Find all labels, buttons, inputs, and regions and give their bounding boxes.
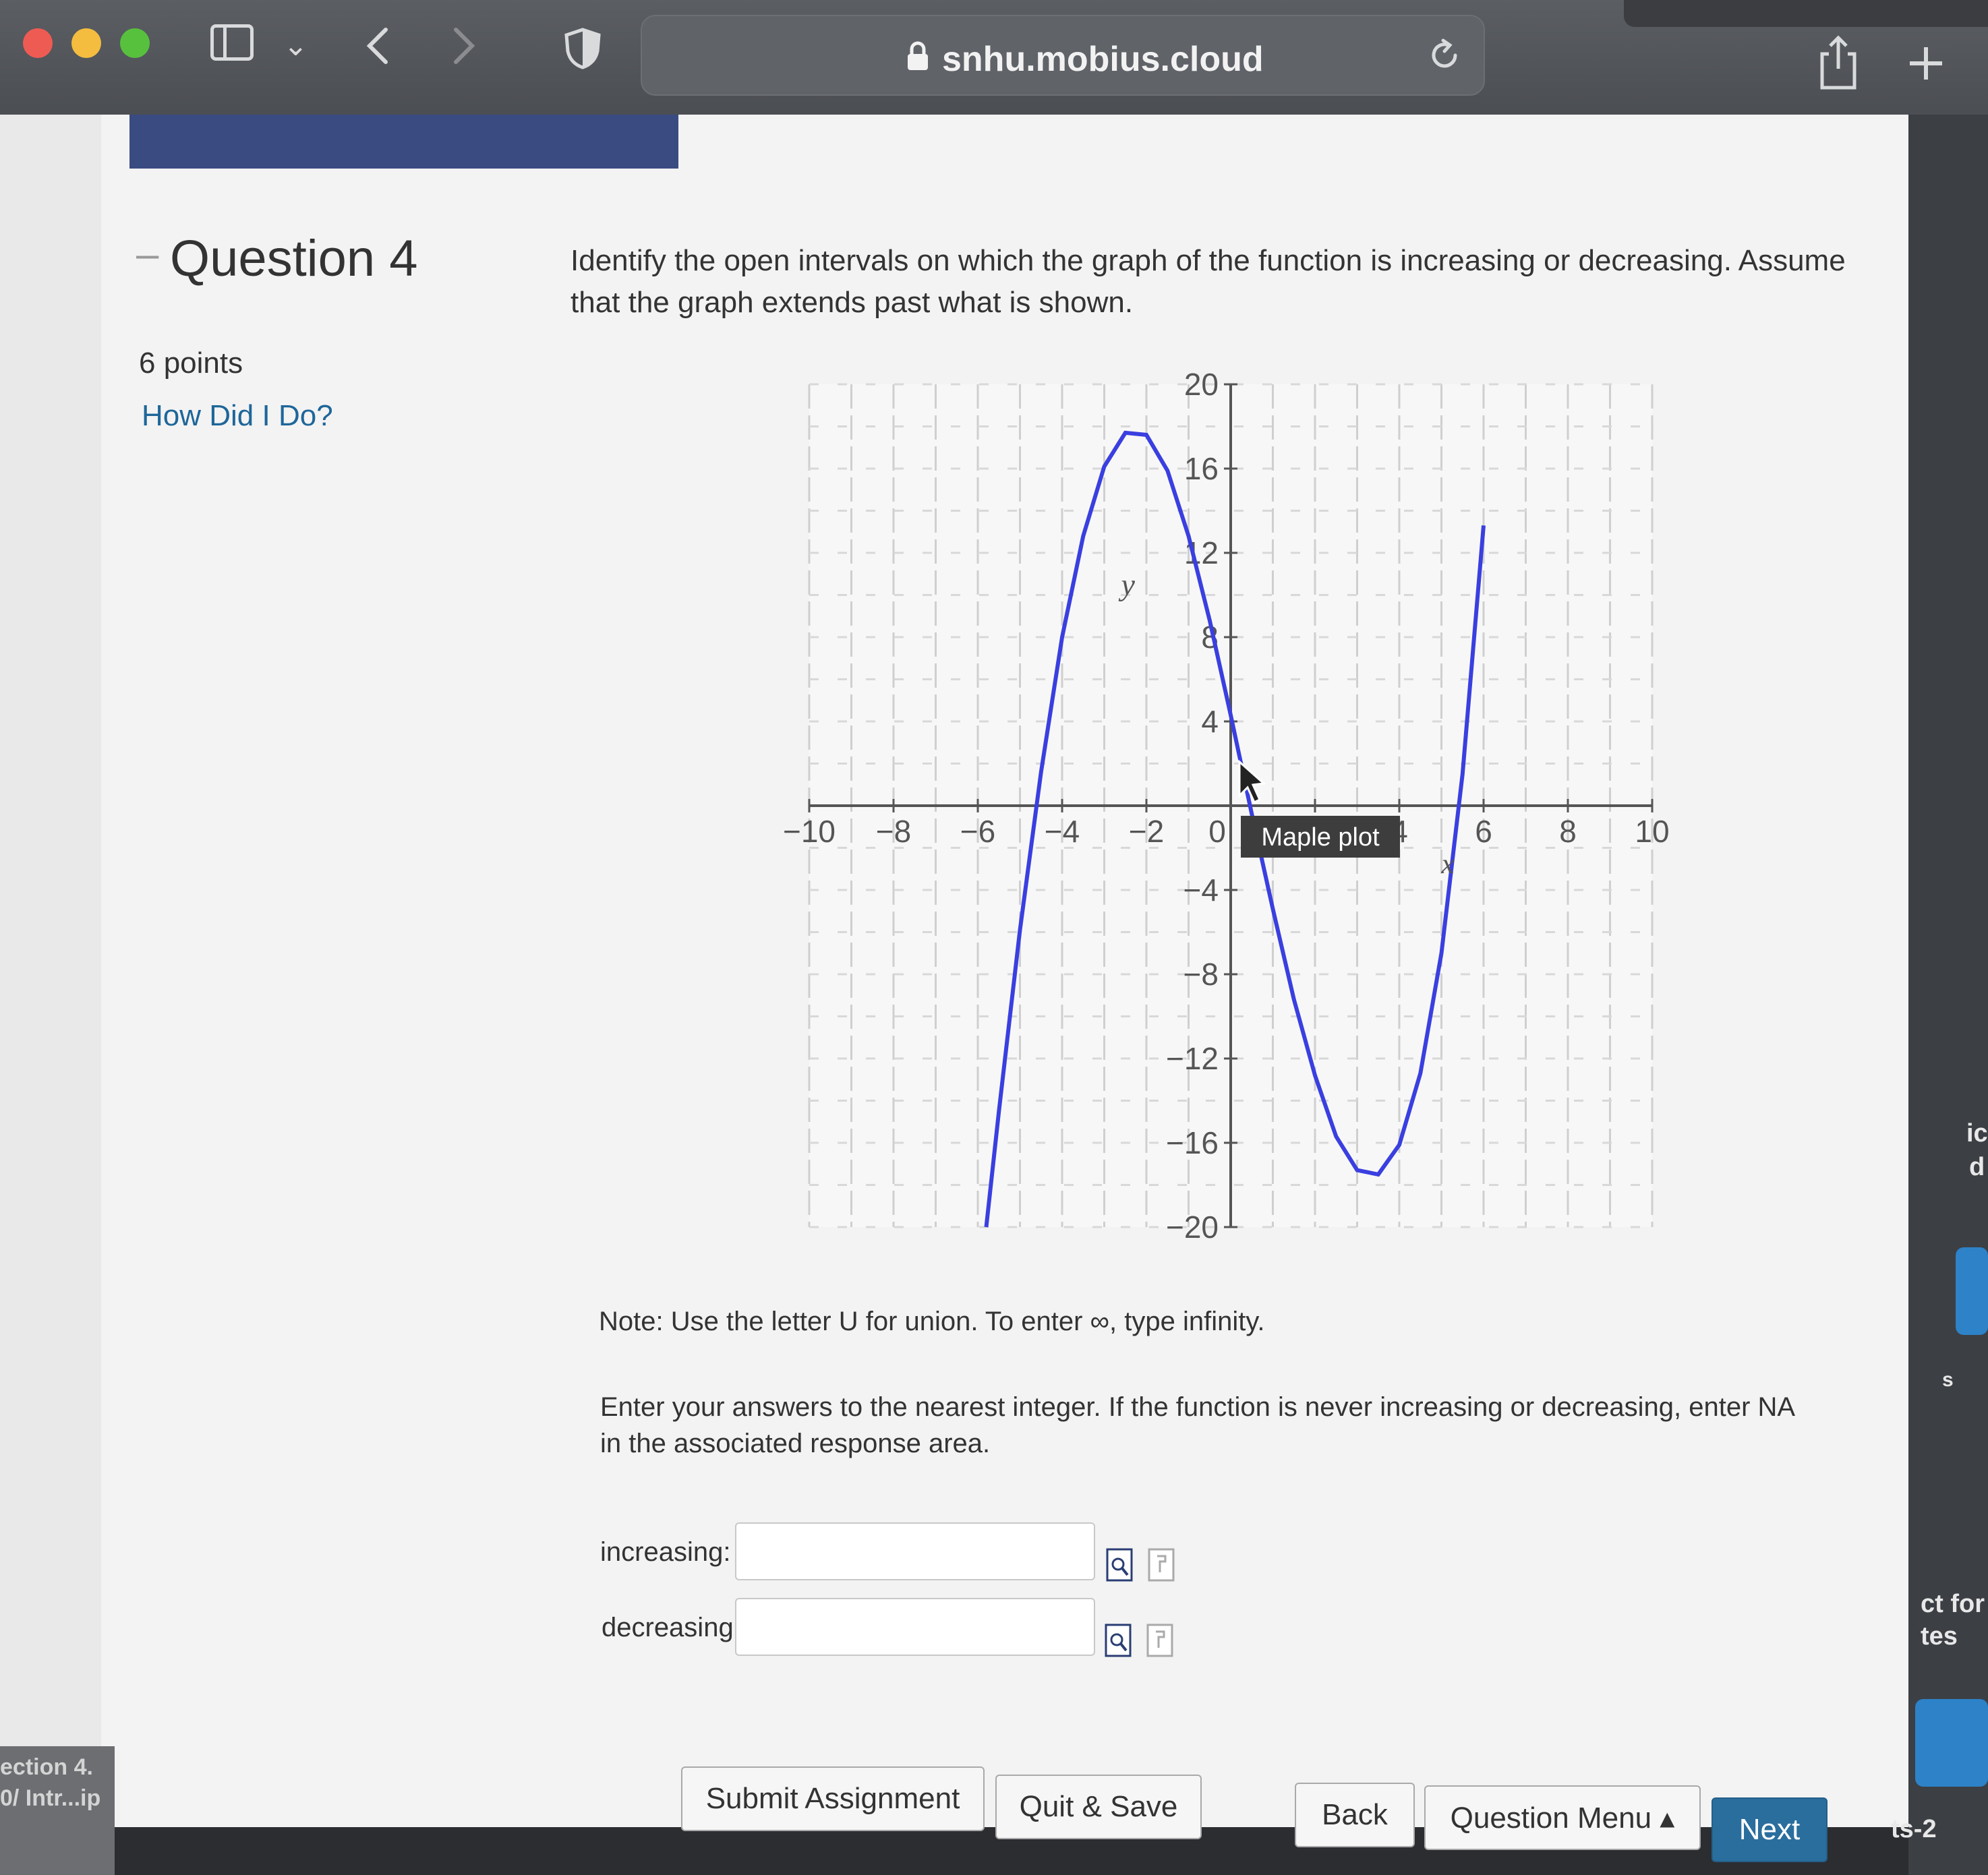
reload-icon[interactable]: [1426, 36, 1463, 74]
instructions-text: Enter your answers to the nearest intege…: [600, 1392, 1794, 1458]
tooltip-text: Maple plot: [1261, 823, 1380, 852]
increasing-input[interactable]: [735, 1522, 1095, 1580]
x-tick-label: −2: [1129, 814, 1164, 849]
preview-icon[interactable]: [1105, 1624, 1132, 1657]
background-text: ection 4.: [0, 1754, 93, 1780]
y-axis-label: y: [1119, 568, 1136, 602]
sidebar-toggle-icon[interactable]: [210, 24, 254, 61]
y-tick-label: 20: [1184, 367, 1219, 402]
x-axis-label: x: [1441, 849, 1455, 880]
background-blue-block: [1956, 1247, 1988, 1335]
browser-toolbar: ⌄ snhu.mobius.cloud: [0, 0, 1988, 115]
forward-arrow-icon[interactable]: [450, 26, 477, 66]
background-blue-block: [1915, 1699, 1988, 1787]
y-tick-label: 16: [1184, 451, 1219, 486]
increasing-label: increasing:: [600, 1537, 731, 1567]
y-tick-label: −16: [1166, 1125, 1219, 1160]
background-text: s: [1942, 1369, 1954, 1391]
lock-icon: [908, 41, 928, 70]
background-text: tes: [1921, 1622, 1958, 1650]
preview-icon[interactable]: [1106, 1548, 1133, 1582]
maximize-window-button[interactable]: [120, 28, 150, 58]
note-text: Note: Use the letter U for union. To ent…: [599, 1307, 1265, 1336]
back-arrow-icon[interactable]: [364, 26, 391, 66]
chevron-down-icon[interactable]: ⌄: [283, 24, 308, 67]
back-button[interactable]: Back: [1295, 1783, 1415, 1847]
quit-save-button[interactable]: Quit & Save: [995, 1775, 1202, 1839]
question-menu-button[interactable]: Question Menu ▴: [1424, 1785, 1701, 1850]
x-tick-label: 8: [1559, 814, 1577, 849]
submit-assignment-button[interactable]: Submit Assignment: [681, 1766, 985, 1831]
background-window-bottom-left: ection 4. 0/ Intr...ip: [0, 1746, 115, 1875]
y-tick-label: −20: [1166, 1210, 1219, 1245]
new-tab-plus-icon[interactable]: [1907, 44, 1945, 82]
header-banner: [129, 115, 678, 169]
close-window-button[interactable]: [23, 28, 53, 58]
x-tick-label: −8: [876, 814, 911, 849]
background-text: ic: [1966, 1119, 1988, 1148]
how-did-i-do-link[interactable]: How Did I Do?: [142, 399, 333, 433]
x-tick-label: −4: [1045, 814, 1080, 849]
y-tick-label: 4: [1201, 704, 1219, 739]
question-points: 6 points: [139, 347, 243, 380]
background-text: 0/ Intr...ip: [0, 1785, 101, 1811]
y-tick-label: −12: [1166, 1041, 1219, 1076]
collapse-dash-icon[interactable]: –: [136, 231, 158, 277]
x-tick-label: −6: [960, 814, 995, 849]
background-text: d: [1969, 1153, 1985, 1181]
address-bar[interactable]: snhu.mobius.cloud: [641, 15, 1485, 96]
maple-plot-tooltip: Maple plot: [1241, 816, 1400, 858]
question-prompt: Identify the open intervals on which the…: [571, 244, 1846, 319]
tab-strip: [1624, 0, 1988, 27]
minimize-window-button[interactable]: [71, 28, 101, 58]
decreasing-label: decreasing:: [602, 1613, 741, 1642]
equation-editor-icon[interactable]: [1146, 1624, 1173, 1657]
share-icon[interactable]: [1817, 34, 1860, 93]
equation-editor-icon[interactable]: [1148, 1548, 1175, 1582]
next-button[interactable]: Next: [1712, 1797, 1828, 1862]
privacy-shield-icon[interactable]: [564, 27, 602, 70]
x-tick-label: 10: [1635, 814, 1669, 849]
background-text: ct for: [1921, 1590, 1985, 1618]
x-tick-label: −10: [783, 814, 836, 849]
maple-plot: −10−8−6−4−20246810 −20−16−12−8−448121620…: [783, 367, 1670, 1245]
x-tick-label: 0: [1208, 814, 1226, 849]
url-text: snhu.mobius.cloud: [942, 40, 1264, 79]
question-title: Question 4: [170, 230, 418, 287]
x-tick-label: 6: [1475, 814, 1492, 849]
y-tick-label: −8: [1183, 957, 1219, 992]
background-window-edge: [0, 115, 101, 1841]
background-text: ts-2: [1891, 1815, 1937, 1843]
decreasing-input[interactable]: [735, 1598, 1095, 1656]
y-tick-label: −4: [1183, 872, 1219, 907]
background-window-right: ic d s ct for tes ts-2: [1891, 115, 1988, 1875]
